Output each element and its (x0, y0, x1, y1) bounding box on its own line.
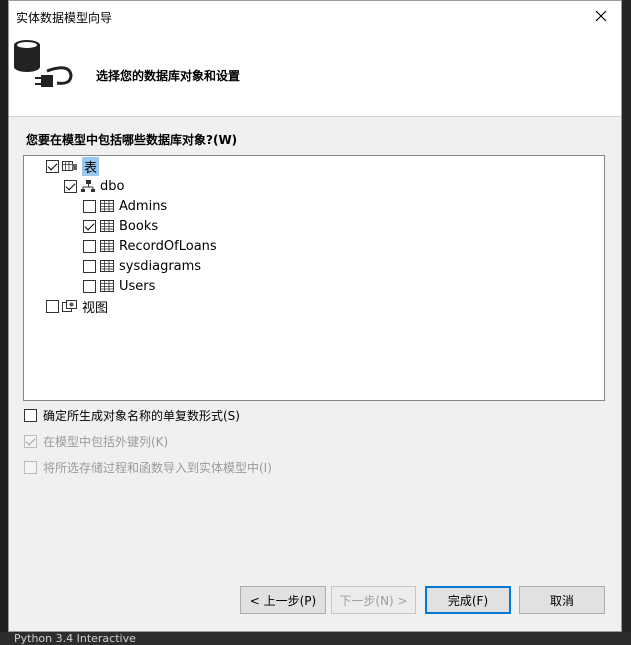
page-title: 选择您的数据库对象和设置 (96, 69, 241, 83)
table-icon (100, 240, 114, 252)
dbo-label: dbo (100, 178, 125, 194)
ide-status-text: Python 3.4 Interactive (14, 632, 136, 645)
table-checkbox[interactable] (83, 219, 96, 233)
tree-node-table[interactable]: Admins (83, 196, 167, 216)
table-name: Admins (119, 198, 168, 214)
table-checkbox[interactable] (83, 239, 96, 253)
ide-background-left (0, 0, 8, 642)
tree-node-views[interactable]: 视图 (46, 296, 108, 316)
views-folder-icon (62, 300, 77, 312)
table-checkbox[interactable] (83, 279, 96, 293)
pluralize-label: 确定所生成对象名称的单复数形式(S) (43, 409, 240, 423)
tables-checkbox[interactable] (46, 159, 59, 173)
table-icon (100, 220, 114, 232)
title-bar: 实体数据模型向导 (9, 1, 621, 31)
table-name: Books (119, 218, 159, 234)
database-plug-icon (14, 40, 73, 87)
tree-node-table[interactable]: RecordOfLoans (83, 236, 217, 256)
finish-button[interactable]: 完成(F) (425, 586, 511, 614)
foreign-keys-option: 在模型中包括外键列(K) (24, 433, 168, 450)
close-icon (595, 10, 607, 22)
tables-folder-icon (62, 161, 77, 171)
tree-node-table[interactable]: Books (83, 216, 158, 236)
table-icon (100, 260, 114, 272)
table-checkbox[interactable] (83, 199, 96, 213)
pluralize-checkbox[interactable] (24, 409, 37, 422)
wizard-header: 选择您的数据库对象和设置 (9, 31, 621, 117)
table-name: Users (119, 278, 156, 294)
dbo-checkbox[interactable] (64, 179, 77, 193)
import-procs-option: 将所选存储过程和函数导入到实体模型中(I) (24, 459, 272, 476)
table-name: RecordOfLoans (119, 238, 217, 254)
table-icon (100, 200, 114, 212)
table-icon (100, 280, 114, 292)
back-button[interactable]: < 上一步(P) (240, 586, 326, 614)
import-procs-checkbox (24, 461, 37, 474)
tree-node-table[interactable]: sysdiagrams (83, 256, 201, 276)
database-objects-tree[interactable]: 表 dbo Admins Books RecordOfLoans sysdiag… (23, 155, 605, 401)
table-checkbox[interactable] (83, 259, 96, 273)
next-button: 下一步(N) > (331, 586, 416, 614)
pluralize-option[interactable]: 确定所生成对象名称的单复数形式(S) (24, 407, 240, 424)
views-label: 视图 (82, 300, 109, 316)
ide-background-right (622, 0, 631, 642)
entity-data-model-wizard: 实体数据模型向导 选择您的数据库对象和设置 您要在模型中包括哪些数据库对象?(W… (8, 0, 622, 632)
tree-node-tables[interactable]: 表 (46, 156, 100, 176)
foreign-keys-label: 在模型中包括外键列(K) (43, 435, 169, 449)
window-title: 实体数据模型向导 (16, 11, 113, 25)
schema-icon (81, 180, 95, 192)
import-procs-label: 将所选存储过程和函数导入到实体模型中(I) (43, 461, 272, 475)
objects-prompt: 您要在模型中包括哪些数据库对象?(W) (26, 133, 238, 147)
tables-label: 表 (82, 156, 100, 176)
close-button[interactable] (581, 1, 621, 31)
foreign-keys-checkbox (24, 435, 37, 448)
tree-node-table[interactable]: Users (83, 276, 155, 296)
cancel-button[interactable]: 取消 (519, 586, 605, 614)
views-checkbox[interactable] (46, 299, 59, 313)
tree-node-dbo[interactable]: dbo (64, 176, 124, 196)
table-name: sysdiagrams (119, 258, 202, 274)
